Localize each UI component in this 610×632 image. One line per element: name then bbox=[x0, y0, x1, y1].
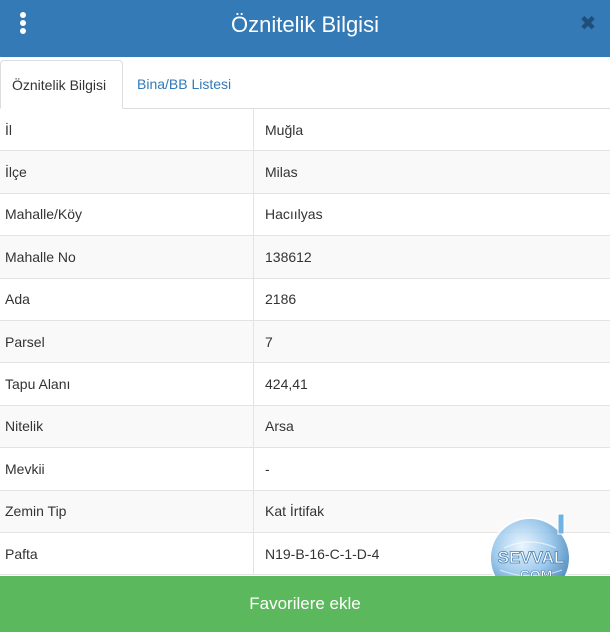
table-row: Mevkii - bbox=[0, 448, 610, 491]
attribute-value: 138612 bbox=[265, 248, 312, 265]
attribute-label: Mahalle/Köy bbox=[0, 193, 254, 236]
table-row: Nitelik Arsa bbox=[0, 405, 610, 449]
tab-bar: Öznitelik Bilgisi Bina/BB Listesi bbox=[0, 57, 610, 109]
attribute-value: 2186 bbox=[265, 291, 297, 308]
attribute-value: N19-B-16-C-1-D-4 bbox=[265, 545, 380, 562]
attribute-value: 424,41 bbox=[265, 376, 308, 393]
attribute-value: Hacıılyas bbox=[265, 206, 323, 223]
close-icon[interactable]: ✖ bbox=[576, 12, 600, 36]
attribute-label: İlçe bbox=[0, 151, 254, 193]
attribute-value: Arsa bbox=[265, 418, 294, 435]
attribute-value: - bbox=[265, 460, 270, 477]
table-row: Zemin Tip Kat İrtifak bbox=[0, 490, 610, 533]
attribute-label: Pafta bbox=[0, 532, 254, 575]
attribute-label: İl bbox=[0, 109, 254, 151]
table-row: İl Muğla bbox=[0, 109, 610, 152]
attribute-label: Tapu Alanı bbox=[0, 363, 254, 405]
attribute-value: 7 bbox=[265, 333, 273, 350]
add-to-favorites-button[interactable]: Favorilere ekle bbox=[0, 576, 610, 632]
attribute-label: Zemin Tip bbox=[0, 490, 254, 532]
tab-building-list[interactable]: Bina/BB Listesi bbox=[126, 60, 242, 108]
attribute-label: Mevkii bbox=[0, 448, 254, 490]
attribute-label: Nitelik bbox=[0, 405, 254, 448]
table-row: Ada 2186 bbox=[0, 278, 610, 321]
dialog-header: Öznitelik Bilgisi ✖ bbox=[0, 0, 610, 57]
attribute-value: Kat İrtifak bbox=[265, 503, 325, 520]
attribute-value: Muğla bbox=[265, 121, 304, 138]
table-row: Parsel 7 bbox=[0, 320, 610, 364]
tab-attribute-info[interactable]: Öznitelik Bilgisi bbox=[0, 60, 123, 109]
attribute-label: Ada bbox=[0, 278, 254, 320]
table-row: Tapu Alanı 424,41 bbox=[0, 363, 610, 406]
attribute-label: Mahalle No bbox=[0, 236, 254, 278]
table-row: İlçe Milas bbox=[0, 151, 610, 194]
attribute-value: Milas bbox=[265, 164, 298, 181]
attribute-table: İl Muğla İlçe Milas Mahalle/Köy Hacıılya… bbox=[0, 109, 610, 576]
table-row: Pafta N19-B-16-C-1-D-4 bbox=[0, 532, 610, 576]
attribute-info-dialog: Öznitelik Bilgisi ✖ Öznitelik Bilgisi Bi… bbox=[0, 0, 610, 632]
table-row: Mahalle No 138612 bbox=[0, 236, 610, 279]
dialog-title: Öznitelik Bilgisi bbox=[231, 12, 379, 37]
table-row: Mahalle/Köy Hacıılyas bbox=[0, 193, 610, 237]
attribute-label: Parsel bbox=[0, 320, 254, 363]
